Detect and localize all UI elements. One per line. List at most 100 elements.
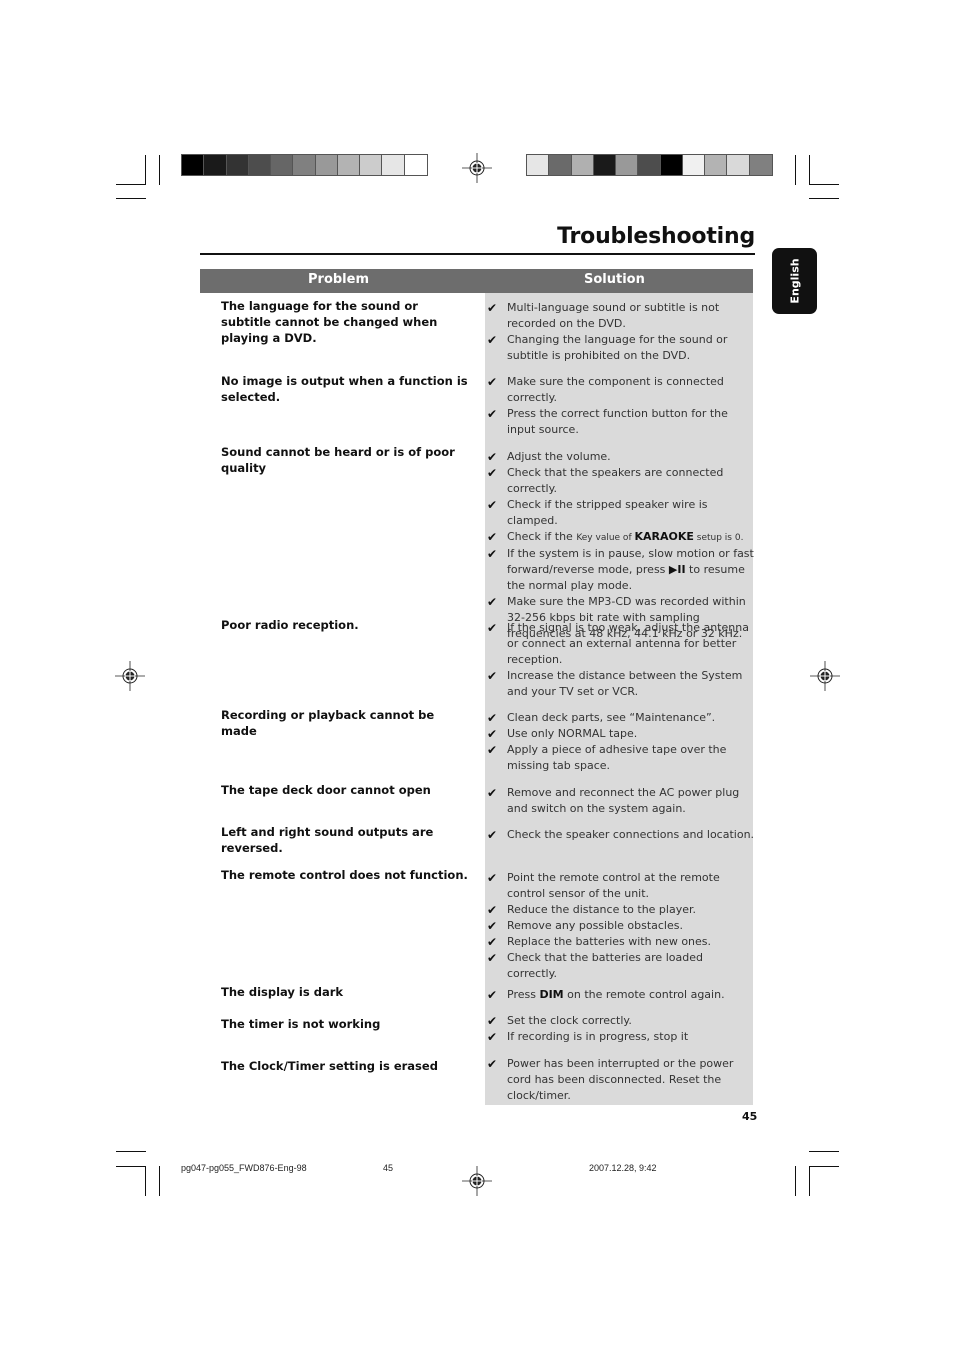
crop-mark (809, 155, 810, 185)
solution-text: If the signal is too weak, adjust the an… (507, 621, 749, 666)
solution-text: Changing the language for the sound or s… (507, 333, 728, 362)
solution-text: Remove and reconnect the AC power plug a… (507, 786, 740, 815)
check-icon: ✔ (486, 1057, 498, 1071)
header-solution: Solution (584, 272, 645, 287)
solution-text: Set the clock correctly. (507, 1014, 632, 1027)
registration-mark-icon (462, 1166, 492, 1196)
problem-text: The language for the sound or subtitle c… (221, 299, 438, 345)
color-swatch (705, 155, 728, 175)
solution-text: Power has been interrupted or the power … (507, 1057, 734, 1102)
problem-text: Sound cannot be heard or is of poor qual… (221, 445, 455, 475)
table-header: Problem Solution (200, 269, 753, 293)
solution-item: ✔ Set the clock correctly. (485, 1013, 755, 1029)
check-icon: ✔ (486, 595, 498, 609)
check-icon: ✔ (486, 547, 498, 561)
registration-mark-icon (462, 153, 492, 183)
crop-mark (116, 198, 146, 199)
solution-list: ✔ Press DIM on the remote control again. (485, 987, 755, 1003)
solution-text: If the system is in pause, slow motion o… (507, 547, 754, 592)
problem-text: The remote control does not function. (221, 868, 468, 882)
solution-item: ✔ Reduce the distance to the player. (485, 902, 755, 918)
crop-mark (159, 155, 160, 185)
solution-list: ✔ If the signal is too weak, adjust the a… (485, 620, 755, 700)
page-title: Troubleshooting (557, 224, 755, 249)
problem-text: No image is output when a function is se… (221, 374, 468, 404)
solution-text: Check if the Key value of KARAOKE setup … (507, 530, 744, 543)
color-swatch (682, 155, 706, 175)
color-swatch (204, 155, 227, 175)
language-tab: English (772, 248, 817, 314)
solution-text: Clean deck parts, see “Maintenance”. (507, 711, 716, 724)
check-icon: ✔ (486, 786, 498, 800)
color-swatch (182, 155, 205, 175)
solution-list: ✔ Make sure the component is connected co… (485, 374, 755, 438)
crop-mark (159, 1166, 160, 1196)
page-number: 45 (742, 1110, 758, 1123)
solution-item: ✔ Replace the batteries with new ones. (485, 934, 755, 950)
solution-text: If recording is in progress, stop it (507, 1030, 689, 1043)
solution-item: ✔ Press the correct function button for t… (485, 406, 755, 438)
solution-list: ✔ Clean deck parts, see “Maintenance”. ✔ Us… (485, 710, 755, 774)
check-icon: ✔ (486, 333, 498, 347)
solution-text: Multi-language sound or subtitle is not … (507, 301, 720, 330)
color-swatch (271, 155, 294, 175)
check-icon: ✔ (486, 375, 498, 389)
color-swatch (404, 155, 427, 175)
crop-mark (795, 155, 796, 185)
color-swatch (660, 155, 683, 175)
color-swatch (616, 155, 639, 175)
solution-item: ✔ Point the remote control at the remote … (485, 870, 755, 902)
solution-item: ✔ Apply a piece of adhesive tape over the… (485, 742, 755, 774)
solution-item: ✔ Check if the Key value of KARAOKE setu… (485, 529, 755, 546)
solution-item: ✔ Check that the speakers are connected c… (485, 465, 755, 497)
solution-item: ✔ Remove and reconnect the AC power plug … (485, 785, 755, 817)
title-rule (200, 253, 755, 255)
color-swatch (593, 155, 617, 175)
check-icon: ✔ (486, 951, 498, 965)
registration-mark-icon (810, 661, 840, 691)
color-swatch (727, 155, 750, 175)
solution-item: ✔ Remove any possible obstacles. (485, 918, 755, 934)
solution-list: ✔ Remove and reconnect the AC power plug … (485, 785, 755, 817)
solution-text: Replace the batteries with new ones. (507, 935, 712, 948)
solution-item: ✔ Multi-language sound or subtitle is not… (485, 300, 755, 332)
solution-list: ✔ Point the remote control at the remote … (485, 870, 755, 982)
solution-text: Check that the speakers are connected co… (507, 466, 724, 495)
solution-item: ✔ Check if the stripped speaker wire is c… (485, 497, 755, 529)
crop-mark (809, 198, 839, 199)
crop-mark (116, 1151, 146, 1152)
solution-text: Press the correct function button for th… (507, 407, 728, 436)
footer-timestamp: 2007.12.28, 9:42 (589, 1163, 657, 1173)
color-swatch (360, 155, 383, 175)
color-swatch (638, 155, 661, 175)
language-tab-label: English (788, 258, 801, 304)
check-icon: ✔ (486, 407, 498, 421)
crop-mark (809, 1151, 839, 1152)
solution-list: ✔ Set the clock correctly. ✔ If recording i… (485, 1013, 755, 1045)
solution-text: Check the speaker connections and locati… (507, 828, 755, 841)
keyword: KARAOKE (634, 530, 694, 543)
solution-item: ✔ Power has been interrupted or the power… (485, 1056, 755, 1104)
problem-text: The tape deck door cannot open (221, 783, 431, 797)
problem-text: The timer is not working (221, 1017, 381, 1031)
check-icon: ✔ (486, 450, 498, 464)
solution-item: ✔ If recording is in progress, stop it (485, 1029, 755, 1045)
check-icon: ✔ (486, 301, 498, 315)
play-pause-icon: ▶II (668, 563, 686, 576)
check-icon: ✔ (486, 466, 498, 480)
check-icon: ✔ (486, 1030, 498, 1044)
footer-file-name: pg047-pg055_FWD876-Eng-98 (181, 1163, 307, 1173)
check-icon: ✔ (486, 727, 498, 741)
solution-list: ✔ Multi-language sound or subtitle is not… (485, 300, 755, 364)
check-icon: ✔ (486, 903, 498, 917)
problem-text: Poor radio reception. (221, 618, 359, 632)
color-swatch (248, 155, 272, 175)
color-swatch (571, 155, 594, 175)
solution-text-small: Key value of (576, 533, 635, 543)
solution-item: ✔ Clean deck parts, see “Maintenance”. (485, 710, 755, 726)
color-swatch (293, 155, 316, 175)
solution-text-small: setup is 0. (693, 533, 744, 543)
solution-text: Point the remote control at the remote c… (507, 871, 720, 900)
check-icon: ✔ (486, 743, 498, 757)
solution-text: Make sure the component is connected cor… (507, 375, 724, 404)
